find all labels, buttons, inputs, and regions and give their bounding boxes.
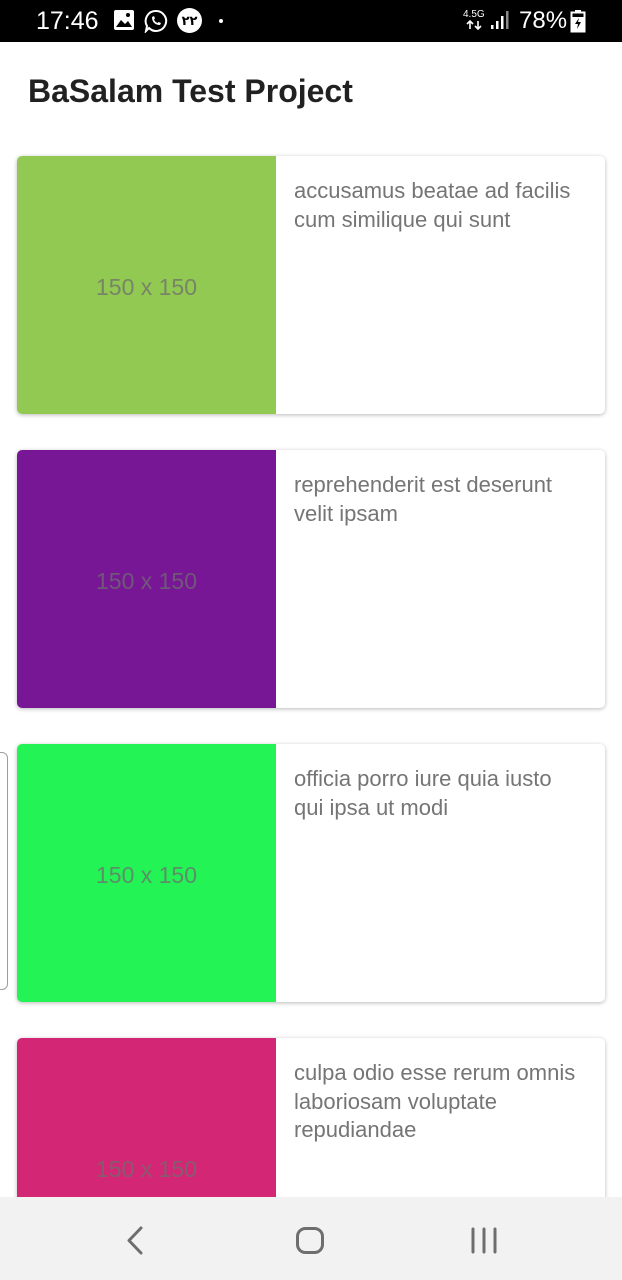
recents-icon — [471, 1227, 497, 1254]
battery-percent: 78% — [519, 7, 568, 34]
back-icon — [127, 1226, 143, 1255]
recents-button[interactable] — [444, 1197, 524, 1280]
screen: 17:46 ۲۲ 4.5G 78% BaSalam Test Project 1… — [0, 0, 622, 1280]
list-item[interactable]: 150 x 150 officia porro iure quia iusto … — [17, 744, 605, 1002]
thumbnail-label: 150 x 150 — [95, 274, 198, 300]
navigation-bar — [0, 1197, 622, 1280]
network-type: 4.5G — [463, 9, 485, 33]
more-notifications-dot — [219, 19, 223, 23]
item-title: reprehenderit est deserunt velit ipsam — [294, 472, 553, 526]
thumbnail-label: 150 x 150 — [95, 568, 198, 594]
item-title: culpa odio esse rerum omnis laboriosam v… — [294, 1060, 576, 1142]
item-thumbnail: 150 x 150 — [17, 450, 276, 708]
item-title: officia porro iure quia iusto qui ipsa u… — [294, 766, 552, 820]
battery-charging-icon — [570, 10, 586, 33]
signal-icon — [491, 11, 509, 29]
item-thumbnail: 150 x 150 — [17, 156, 276, 414]
thumbnail-label: 150 x 150 — [95, 862, 198, 888]
edge-panel-handle[interactable] — [0, 752, 8, 990]
home-button[interactable] — [270, 1197, 350, 1280]
network-type-label: 4.5G — [463, 9, 485, 20]
gallery-icon — [114, 10, 134, 30]
back-button[interactable] — [96, 1197, 176, 1280]
app-title: BaSalam Test Project — [28, 73, 353, 109]
home-icon — [296, 1227, 324, 1254]
thumbnail-label: 150 x 150 — [95, 1156, 198, 1182]
item-thumbnail: 150 x 150 — [17, 744, 276, 1002]
status-bar: 17:46 ۲۲ 4.5G 78% — [0, 0, 622, 42]
status-time: 17:46 — [36, 7, 99, 35]
item-title: accusamus beatae ad facilis cum similiqu… — [294, 178, 571, 232]
network-arrows-icon — [466, 19, 482, 31]
list-item[interactable]: 150 x 150 reprehenderit est deserunt vel… — [17, 450, 605, 708]
notification-badge-icon: ۲۲ — [177, 8, 202, 33]
list-item[interactable]: 150 x 150 accusamus beatae ad facilis cu… — [17, 156, 605, 414]
whatsapp-icon — [144, 9, 168, 33]
